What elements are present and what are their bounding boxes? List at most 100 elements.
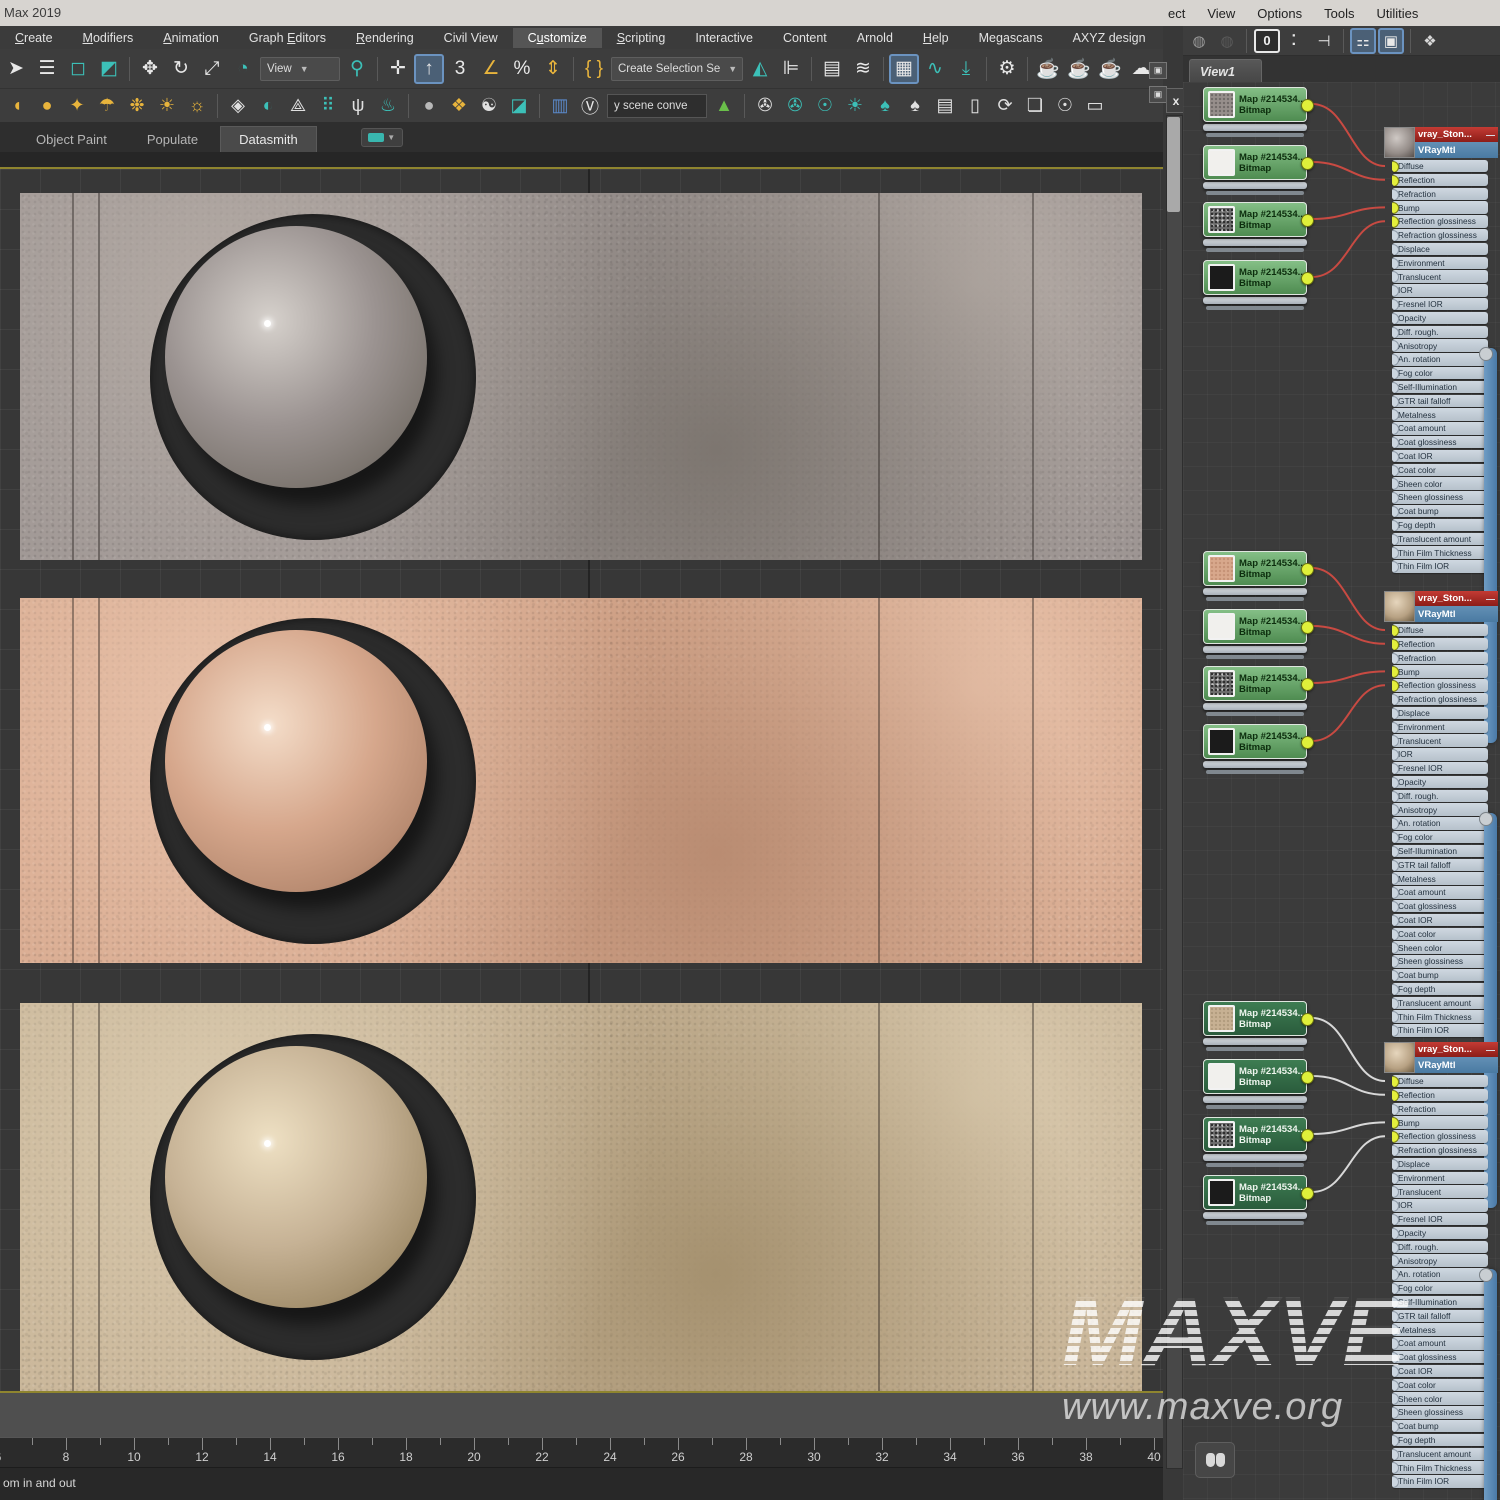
param-slot-refraction-glossiness[interactable]: Refraction glossiness — [1392, 693, 1488, 706]
tree-card-icon[interactable]: ▯ — [962, 93, 988, 119]
dope-sheet-icon[interactable]: ⤓ — [952, 55, 980, 83]
param-slot-fog-color[interactable]: Fog color — [1392, 831, 1488, 844]
vray-light-dome-icon[interactable]: ☂ — [94, 93, 120, 119]
menu-megascans[interactable]: Megascans — [964, 28, 1058, 48]
param-slot-sheen-glossiness[interactable]: Sheen glossiness — [1392, 491, 1488, 504]
slate-menu-ect[interactable]: ect — [1168, 6, 1185, 21]
param-slot-displace[interactable]: Displace — [1392, 706, 1488, 720]
param-slot-coat-bump[interactable]: Coat bump — [1392, 969, 1488, 982]
grass-icon[interactable]: ψ — [345, 93, 371, 119]
parameter-editor-toggle[interactable]: ⚏ — [1350, 27, 1376, 54]
output-connector[interactable] — [1301, 1071, 1314, 1084]
preview-sphere-stone-salmon[interactable] — [165, 629, 427, 892]
param-slot-displace[interactable]: Displace — [1392, 242, 1488, 256]
output-connector[interactable] — [1301, 214, 1314, 227]
preview-sphere-stone-tan[interactable] — [165, 1046, 427, 1308]
scene-converter-field[interactable]: y scene conve — [607, 93, 707, 118]
node-layout-icon[interactable]: ⊣ — [1312, 29, 1336, 53]
param-slot-sheen-color[interactable]: Sheen color — [1392, 941, 1488, 954]
vraymtl-header[interactable]: vray_Ston... — VRayMtl — [1384, 127, 1498, 158]
slate-menu-utilities[interactable]: Utilities — [1376, 6, 1418, 21]
param-slot-reflection-glossiness[interactable]: Reflection glossiness — [1392, 215, 1488, 228]
param-slot-reflection[interactable]: Reflection — [1392, 173, 1488, 187]
param-slot-coat-glossiness[interactable]: Coat glossiness — [1392, 900, 1488, 913]
bitmap-node-stone-salmon-material-salmon[interactable]: Map #214534... Bitmap — [1203, 551, 1314, 601]
output-connector[interactable] — [1301, 272, 1314, 285]
param-slot-refraction[interactable]: Refraction — [1392, 651, 1488, 664]
mxs-brackets-icon[interactable]: { } — [580, 55, 608, 83]
vraymtl-node-stone-tan-material[interactable]: vray_Ston... — VRayMtl Diffuse Reflection Ref… — [1384, 1042, 1498, 1488]
spinner-snap-icon[interactable]: ⇕ — [539, 55, 567, 83]
param-slot-fog-color[interactable]: Fog color — [1392, 367, 1488, 380]
menu-graph-editors[interactable]: Graph Editors — [234, 28, 341, 48]
cloth-skirt-icon[interactable]: ▲ — [711, 93, 737, 119]
param-slot-metalness[interactable]: Metalness — [1392, 1323, 1488, 1336]
param-slot-reflection[interactable]: Reflection — [1392, 1088, 1488, 1102]
param-slot-self-illumination[interactable]: Self-Illumination — [1392, 844, 1488, 858]
param-slot-thin-film-thickness[interactable]: Thin Film Thickness — [1392, 1461, 1488, 1474]
bitmap-node-stone-gray-material-white[interactable]: Map #214534... Bitmap — [1203, 145, 1314, 195]
slate-menu-tools[interactable]: Tools — [1324, 6, 1354, 21]
selection-set-dropdown[interactable]: Create Selection Se ▼ — [611, 56, 743, 81]
camera-tripod-icon[interactable]: ⟁ — [285, 93, 311, 119]
output-connector[interactable] — [1301, 736, 1314, 749]
bitmap-node-header[interactable]: Map #214534... Bitmap — [1203, 724, 1314, 759]
material-picker-icon[interactable]: ❖ — [1418, 29, 1442, 53]
param-slot-gtr-tail-falloff[interactable]: GTR tail falloff — [1392, 394, 1488, 407]
vray-logo-icon[interactable]: Ⓥ — [577, 93, 603, 119]
view-dropdown[interactable]: View ▼ — [260, 56, 340, 81]
param-slot-coat-bump[interactable]: Coat bump — [1392, 505, 1488, 518]
bitmap-node-stone-gray-material-gray-stone[interactable]: Map #214534... Bitmap — [1203, 87, 1314, 137]
param-slot-an-rotation[interactable]: An. rotation — [1392, 817, 1488, 830]
param-slot-fog-depth[interactable]: Fog depth — [1392, 1433, 1488, 1447]
vraymtl-output-connector[interactable] — [1479, 812, 1493, 826]
bitmap-node-stone-salmon-material-noise[interactable]: Map #214534... Bitmap — [1203, 666, 1314, 716]
bitmap-node-header[interactable]: Map #214534... Bitmap — [1203, 1117, 1314, 1152]
param-slot-gtr-tail-falloff[interactable]: GTR tail falloff — [1392, 1309, 1488, 1322]
bulb-icon[interactable]: ☉ — [812, 93, 838, 119]
param-slot-ior[interactable]: IOR — [1392, 1199, 1488, 1212]
param-slot-bump[interactable]: Bump — [1392, 201, 1488, 214]
menu-scripting[interactable]: Scripting — [602, 28, 681, 48]
param-slot-diffuse[interactable]: Diffuse — [1392, 624, 1488, 637]
movie-camera-add-icon[interactable]: ✇ — [782, 93, 808, 119]
timeline-ruler[interactable]: 6 8 10 12 14 16 18 20 22 24 26 28 30 32 34 36 38 40 — [0, 1437, 1163, 1468]
vraymtl-output-connector[interactable] — [1479, 1268, 1493, 1282]
mirror-icon[interactable]: ◭ — [746, 55, 774, 83]
bitmap-node-stone-tan-material-tan[interactable]: Map #214534... Bitmap — [1203, 1001, 1314, 1051]
param-slot-opacity[interactable]: Opacity — [1392, 775, 1488, 789]
select-by-name-icon[interactable]: ☰ — [33, 55, 61, 83]
param-slot-coat-color[interactable]: Coat color — [1392, 1378, 1488, 1391]
param-slot-ior[interactable]: IOR — [1392, 284, 1488, 297]
vraymtl-node-stone-gray-material[interactable]: vray_Ston... — VRayMtl Diffuse Reflection Ref… — [1384, 127, 1498, 573]
render-setup-icon[interactable]: ⚙ — [993, 55, 1021, 83]
photo-stack-icon[interactable]: ❏ — [1022, 93, 1048, 119]
param-slot-refraction-glossiness[interactable]: Refraction glossiness — [1392, 1144, 1488, 1157]
param-slot-translucent[interactable]: Translucent — [1392, 1185, 1488, 1198]
vraymtl-header[interactable]: vray_Ston... — VRayMtl — [1384, 1042, 1498, 1073]
param-slot-sheen-color[interactable]: Sheen color — [1392, 1392, 1488, 1405]
vray-geosphere-icon[interactable]: ✦ — [64, 93, 90, 119]
bitmap-node-stone-gray-material-noise[interactable]: Map #214534... Bitmap — [1203, 202, 1314, 252]
param-slot-translucent[interactable]: Translucent — [1392, 734, 1488, 747]
vertical-scrollbar-thumb[interactable] — [1167, 117, 1180, 212]
param-slot-anisotropy[interactable]: Anisotropy — [1392, 803, 1488, 816]
sun-teal-icon[interactable]: ☀ — [842, 93, 868, 119]
param-slot-thin-film-thickness[interactable]: Thin Film Thickness — [1392, 1010, 1488, 1023]
slate-menu-options[interactable]: Options — [1257, 6, 1302, 21]
param-slot-bump[interactable]: Bump — [1392, 665, 1488, 678]
render-production-icon[interactable]: ☕ — [1096, 55, 1124, 83]
select-rotate-icon[interactable]: ↻ — [167, 55, 195, 83]
output-connector[interactable] — [1301, 1129, 1314, 1142]
collapse-icon[interactable]: — — [1486, 1045, 1495, 1055]
menu-content[interactable]: Content — [768, 28, 842, 48]
snap-toggle-icon[interactable]: ⚲ — [343, 55, 371, 83]
layout-columns-icon[interactable]: ⠅ — [1284, 29, 1308, 53]
param-slot-sheen-color[interactable]: Sheen color — [1392, 477, 1488, 490]
vraymtl-node-stone-salmon-material[interactable]: vray_Ston... — VRayMtl Diffuse Reflection Ref… — [1384, 591, 1498, 1037]
output-connector[interactable] — [1301, 157, 1314, 170]
param-slot-diffuse[interactable]: Diffuse — [1392, 1075, 1488, 1088]
bitmap-node-stone-salmon-material-white[interactable]: Map #214534... Bitmap — [1203, 609, 1314, 659]
tab-view1[interactable]: View1 — [1189, 59, 1262, 83]
building-list-icon[interactable]: ▤ — [932, 93, 958, 119]
